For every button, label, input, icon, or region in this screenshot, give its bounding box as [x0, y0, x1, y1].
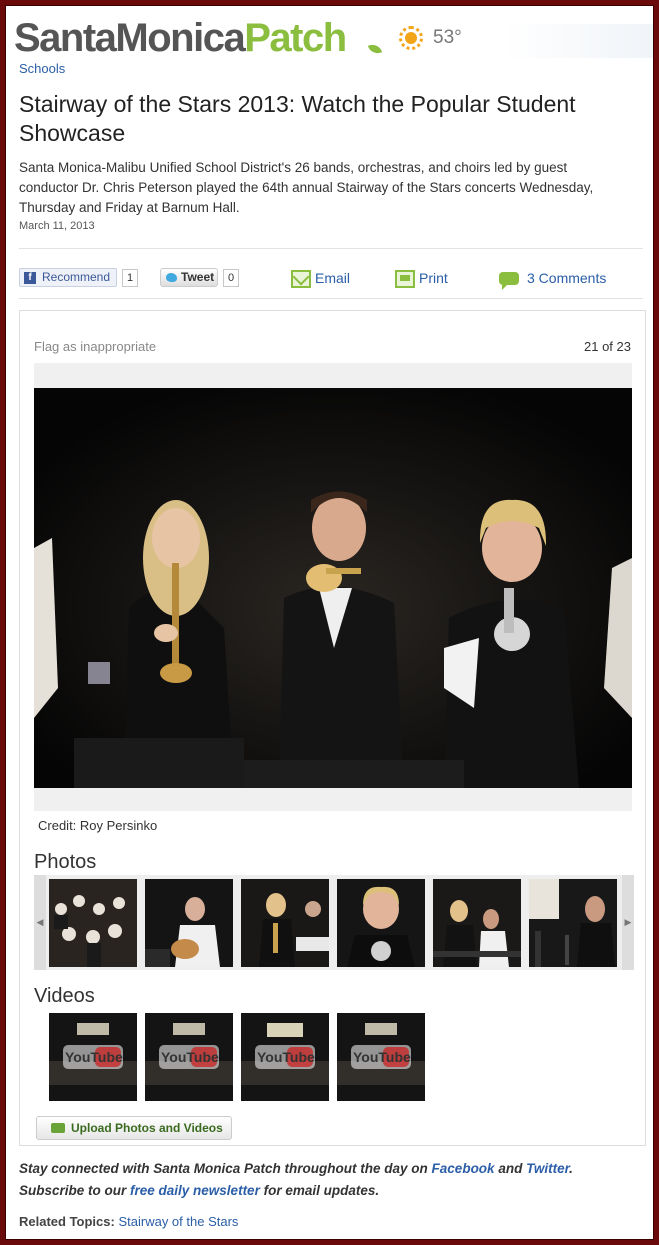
promo-period: . — [569, 1161, 573, 1176]
videos-heading: Videos — [34, 985, 95, 1007]
promo-text: Stay connected with Santa Monica Patch t… — [19, 1158, 639, 1202]
tweet-count: 0 — [223, 269, 240, 287]
photos-heading: Photos — [34, 851, 97, 873]
facebook-link[interactable]: Facebook — [432, 1161, 495, 1176]
site-logo[interactable]: SantaMonicaPatch — [14, 14, 347, 62]
video-thumbnail[interactable]: YouTube — [337, 1013, 425, 1101]
twitter-bird-icon — [166, 273, 177, 282]
photo-thumbnail[interactable] — [529, 879, 617, 967]
facebook-recommend-button[interactable]: f Recommend — [19, 268, 117, 287]
youtube-logo: YouTube — [161, 1049, 219, 1065]
photo-thumbnail[interactable] — [49, 879, 137, 967]
youtube-logo: YouTube — [257, 1049, 315, 1065]
photo-thumbnail-strip: ◀ ▶ — [34, 875, 634, 970]
photo-credit: Credit: Roy Persinko — [38, 818, 158, 833]
chevron-right-icon[interactable]: ▶ — [622, 875, 634, 970]
article-summary: Santa Monica-Malibu Unified School Distr… — [19, 160, 594, 215]
camera-icon — [51, 1123, 65, 1133]
temperature: 53° — [433, 27, 462, 48]
video-thumbnail[interactable]: YouTube — [241, 1013, 329, 1101]
promo-part3: for email updates. — [259, 1183, 380, 1198]
masthead: SantaMonicaPatch 53° — [14, 14, 653, 62]
sun-icon — [399, 26, 423, 50]
header-gradient — [504, 24, 653, 58]
email-icon[interactable] — [291, 270, 311, 288]
related-topic-link[interactable]: Stairway of the Stars — [118, 1214, 238, 1229]
facebook-icon: f — [24, 272, 36, 284]
comments-link[interactable]: 3 Comments — [527, 264, 606, 292]
media-gallery: Flag as inappropriate 21 of 23 Credit: R… — [19, 310, 646, 1146]
flag-inappropriate-link[interactable]: Flag as inappropriate — [34, 339, 156, 354]
share-bar: f Recommend 1 Tweet 0 Email Print 3 Comm… — [19, 264, 649, 292]
chevron-left-icon[interactable]: ◀ — [34, 875, 46, 970]
photo-thumbnail[interactable] — [145, 879, 233, 967]
youtube-logo: YouTube — [65, 1049, 123, 1065]
logo-city: SantaMonica — [14, 16, 246, 60]
page-frame: SantaMonicaPatch 53° Schools Stairway of… — [5, 5, 654, 1240]
recommend-count: 1 — [122, 269, 139, 287]
divider — [19, 248, 643, 249]
photo-thumbnail[interactable] — [337, 879, 425, 967]
comment-bubble-icon[interactable] — [499, 272, 519, 290]
divider — [19, 298, 643, 299]
print-icon[interactable] — [395, 270, 415, 288]
photo-pager: 21 of 23 — [584, 339, 631, 354]
upload-photos-videos-button[interactable]: Upload Photos and Videos — [36, 1116, 232, 1140]
video-thumbnail[interactable]: YouTube — [49, 1013, 137, 1101]
promo-part2: Subscribe to our — [19, 1183, 131, 1198]
upload-label: Upload Photos and Videos — [71, 1121, 223, 1135]
related-topics-label: Related Topics: — [19, 1214, 115, 1229]
photo-stage — [34, 363, 632, 811]
video-thumbnail[interactable]: YouTube — [145, 1013, 233, 1101]
twitter-link[interactable]: Twitter — [526, 1161, 569, 1176]
promo-part1: Stay connected with Santa Monica Patch t… — [19, 1161, 432, 1176]
logo-brand: Patch — [244, 16, 347, 60]
breadcrumb-schools[interactable]: Schools — [19, 61, 65, 76]
tweet-button[interactable]: Tweet — [160, 268, 218, 287]
recommend-label: Recommend — [42, 270, 111, 284]
print-link[interactable]: Print — [419, 264, 448, 292]
youtube-logo: YouTube — [353, 1049, 411, 1065]
photo-thumbnail[interactable] — [433, 879, 521, 967]
photo-thumbnail[interactable] — [241, 879, 329, 967]
article-title: Stairway of the Stars 2013: Watch the Po… — [19, 91, 576, 146]
tweet-label: Tweet — [181, 270, 215, 284]
main-photo[interactable] — [34, 388, 632, 788]
weather-widget[interactable]: 53° — [399, 26, 462, 50]
promo-and: and — [494, 1161, 527, 1176]
article-date: March 11, 2013 — [19, 220, 95, 232]
related-topics: Related Topics: Stairway of the Stars — [19, 1214, 238, 1229]
email-link[interactable]: Email — [315, 264, 350, 292]
logo-leaf-icon — [367, 42, 383, 56]
newsletter-link[interactable]: free daily newsletter — [130, 1183, 260, 1198]
